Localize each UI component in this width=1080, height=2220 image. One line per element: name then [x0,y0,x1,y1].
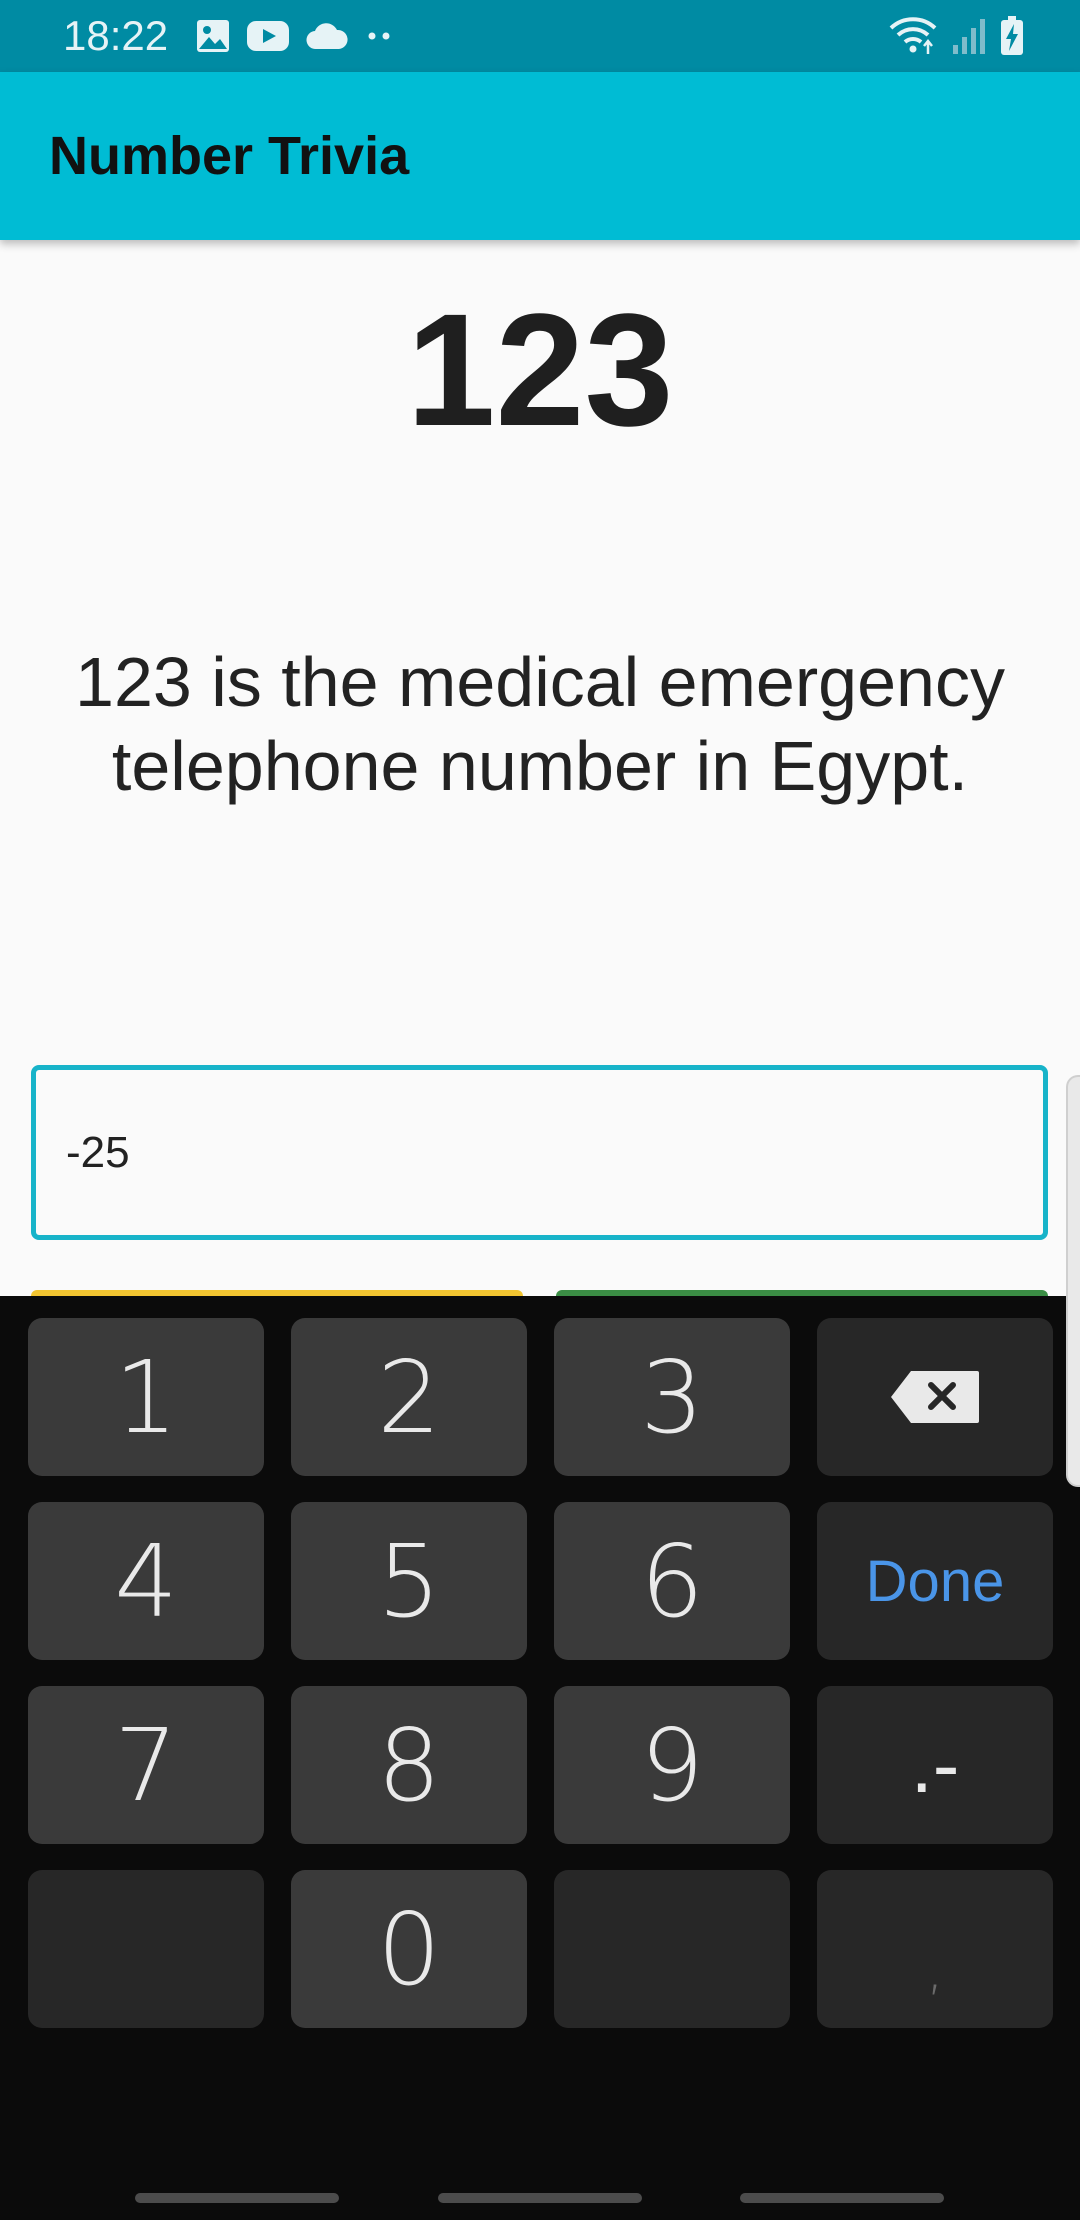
nav-handle-back[interactable] [740,2193,944,2203]
youtube-icon [247,21,289,51]
key-8[interactable]: 8 [291,1686,527,1844]
key-7[interactable]: 7 [28,1686,264,1844]
key-2[interactable]: 2 [291,1318,527,1476]
nav-handle-recents[interactable] [135,2193,339,2203]
notification-icons [196,16,394,56]
key-0[interactable]: 0 [291,1870,527,2028]
battery-charging-icon [1001,16,1023,55]
system-icons [888,14,1024,58]
backspace-key[interactable] [817,1318,1053,1476]
key-1[interactable]: 1 [28,1318,264,1476]
numeric-keyboard: 1 2 3 4 5 6 Done 7 8 9 .- 0 , [0,1296,1080,2220]
more-notifications-icon [368,32,390,40]
app-title: Number Trivia [49,126,410,186]
status-time: 18:22 [63,12,169,59]
trivia-text: 123 is the medical emergency telephone n… [75,643,1005,805]
image-icon [197,20,229,52]
cloud-icon [306,23,348,50]
signal-icon [953,19,985,54]
dot-minus-key[interactable]: .- [817,1686,1053,1844]
comma-key[interactable]: , [817,1870,1053,2028]
backspace-icon [891,1371,979,1423]
empty-key-right [554,1870,790,2028]
key-3[interactable]: 3 [554,1318,790,1476]
edge-panel-handle[interactable] [1066,1075,1080,1487]
number-input[interactable]: -25 [31,1065,1048,1240]
key-6[interactable]: 6 [554,1502,790,1660]
done-key[interactable]: Done [817,1502,1053,1660]
wifi-icon [889,17,937,54]
trivia-number: 123 [406,280,674,459]
key-5[interactable]: 5 [291,1502,527,1660]
app-bar: Number Trivia [0,72,1080,240]
nav-handle-home[interactable] [438,2193,642,2203]
key-9[interactable]: 9 [554,1686,790,1844]
empty-key-left [28,1870,264,2028]
status-bar: 18:22 [0,0,1080,72]
key-4[interactable]: 4 [28,1502,264,1660]
